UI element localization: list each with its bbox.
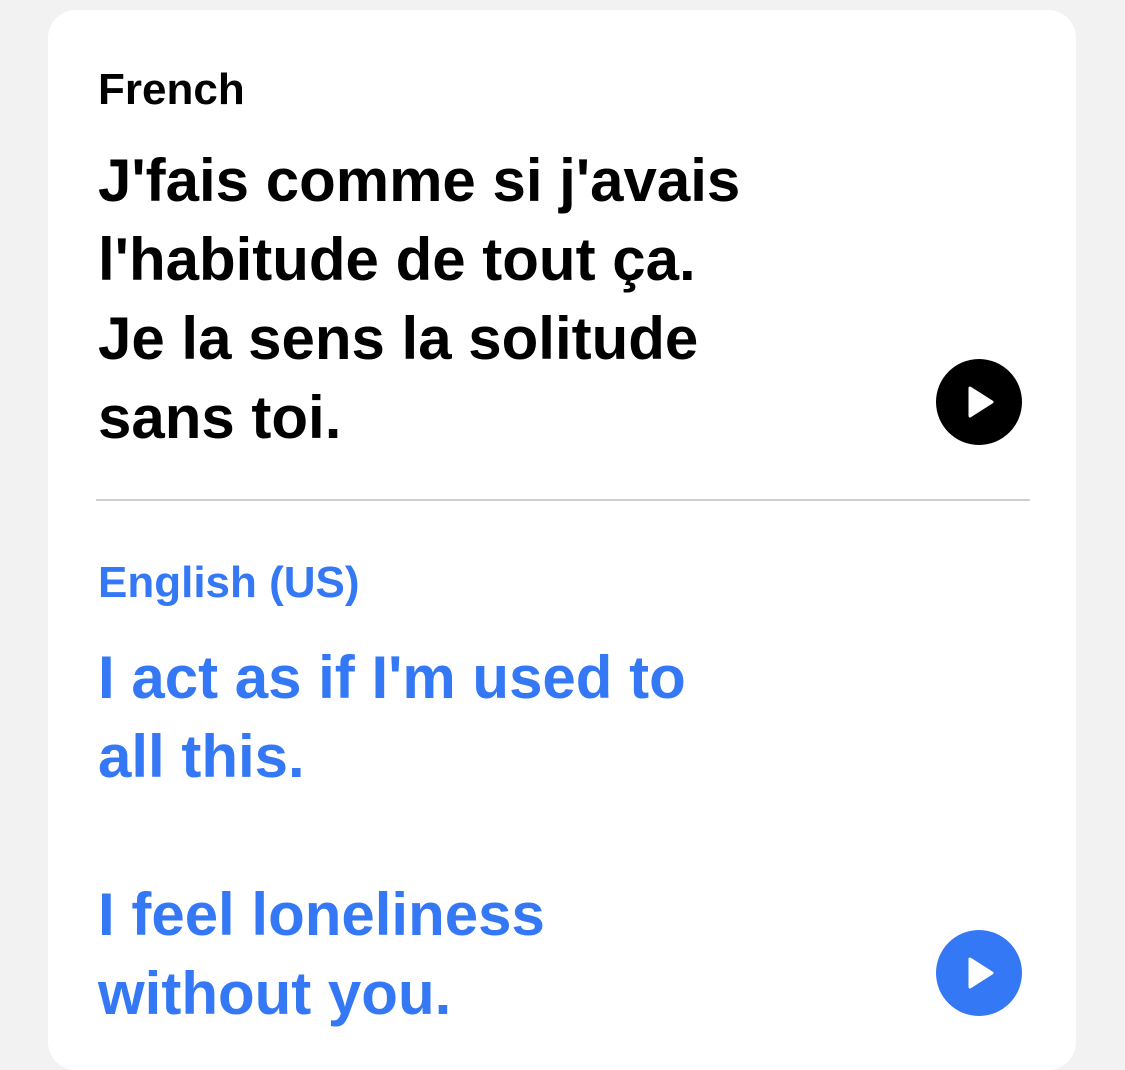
source-text[interactable]: J'fais comme si j'avais l'habitude de to… bbox=[98, 141, 898, 457]
target-text[interactable]: I act as if I'm used to all this. I feel… bbox=[98, 638, 898, 1033]
target-language-label: English (US) bbox=[98, 558, 360, 607]
translation-card: French J'fais comme si j'avais l'habitud… bbox=[48, 10, 1076, 1070]
play-icon bbox=[968, 957, 994, 989]
play-target-button[interactable] bbox=[936, 930, 1022, 1016]
play-source-button[interactable] bbox=[936, 359, 1022, 445]
source-language-label: French bbox=[98, 65, 245, 114]
divider bbox=[96, 499, 1030, 501]
source-section: French J'fais comme si j'avais l'habitud… bbox=[98, 65, 1028, 457]
target-section: English (US) I act as if I'm used to all… bbox=[98, 558, 1028, 1033]
play-icon bbox=[968, 386, 994, 418]
